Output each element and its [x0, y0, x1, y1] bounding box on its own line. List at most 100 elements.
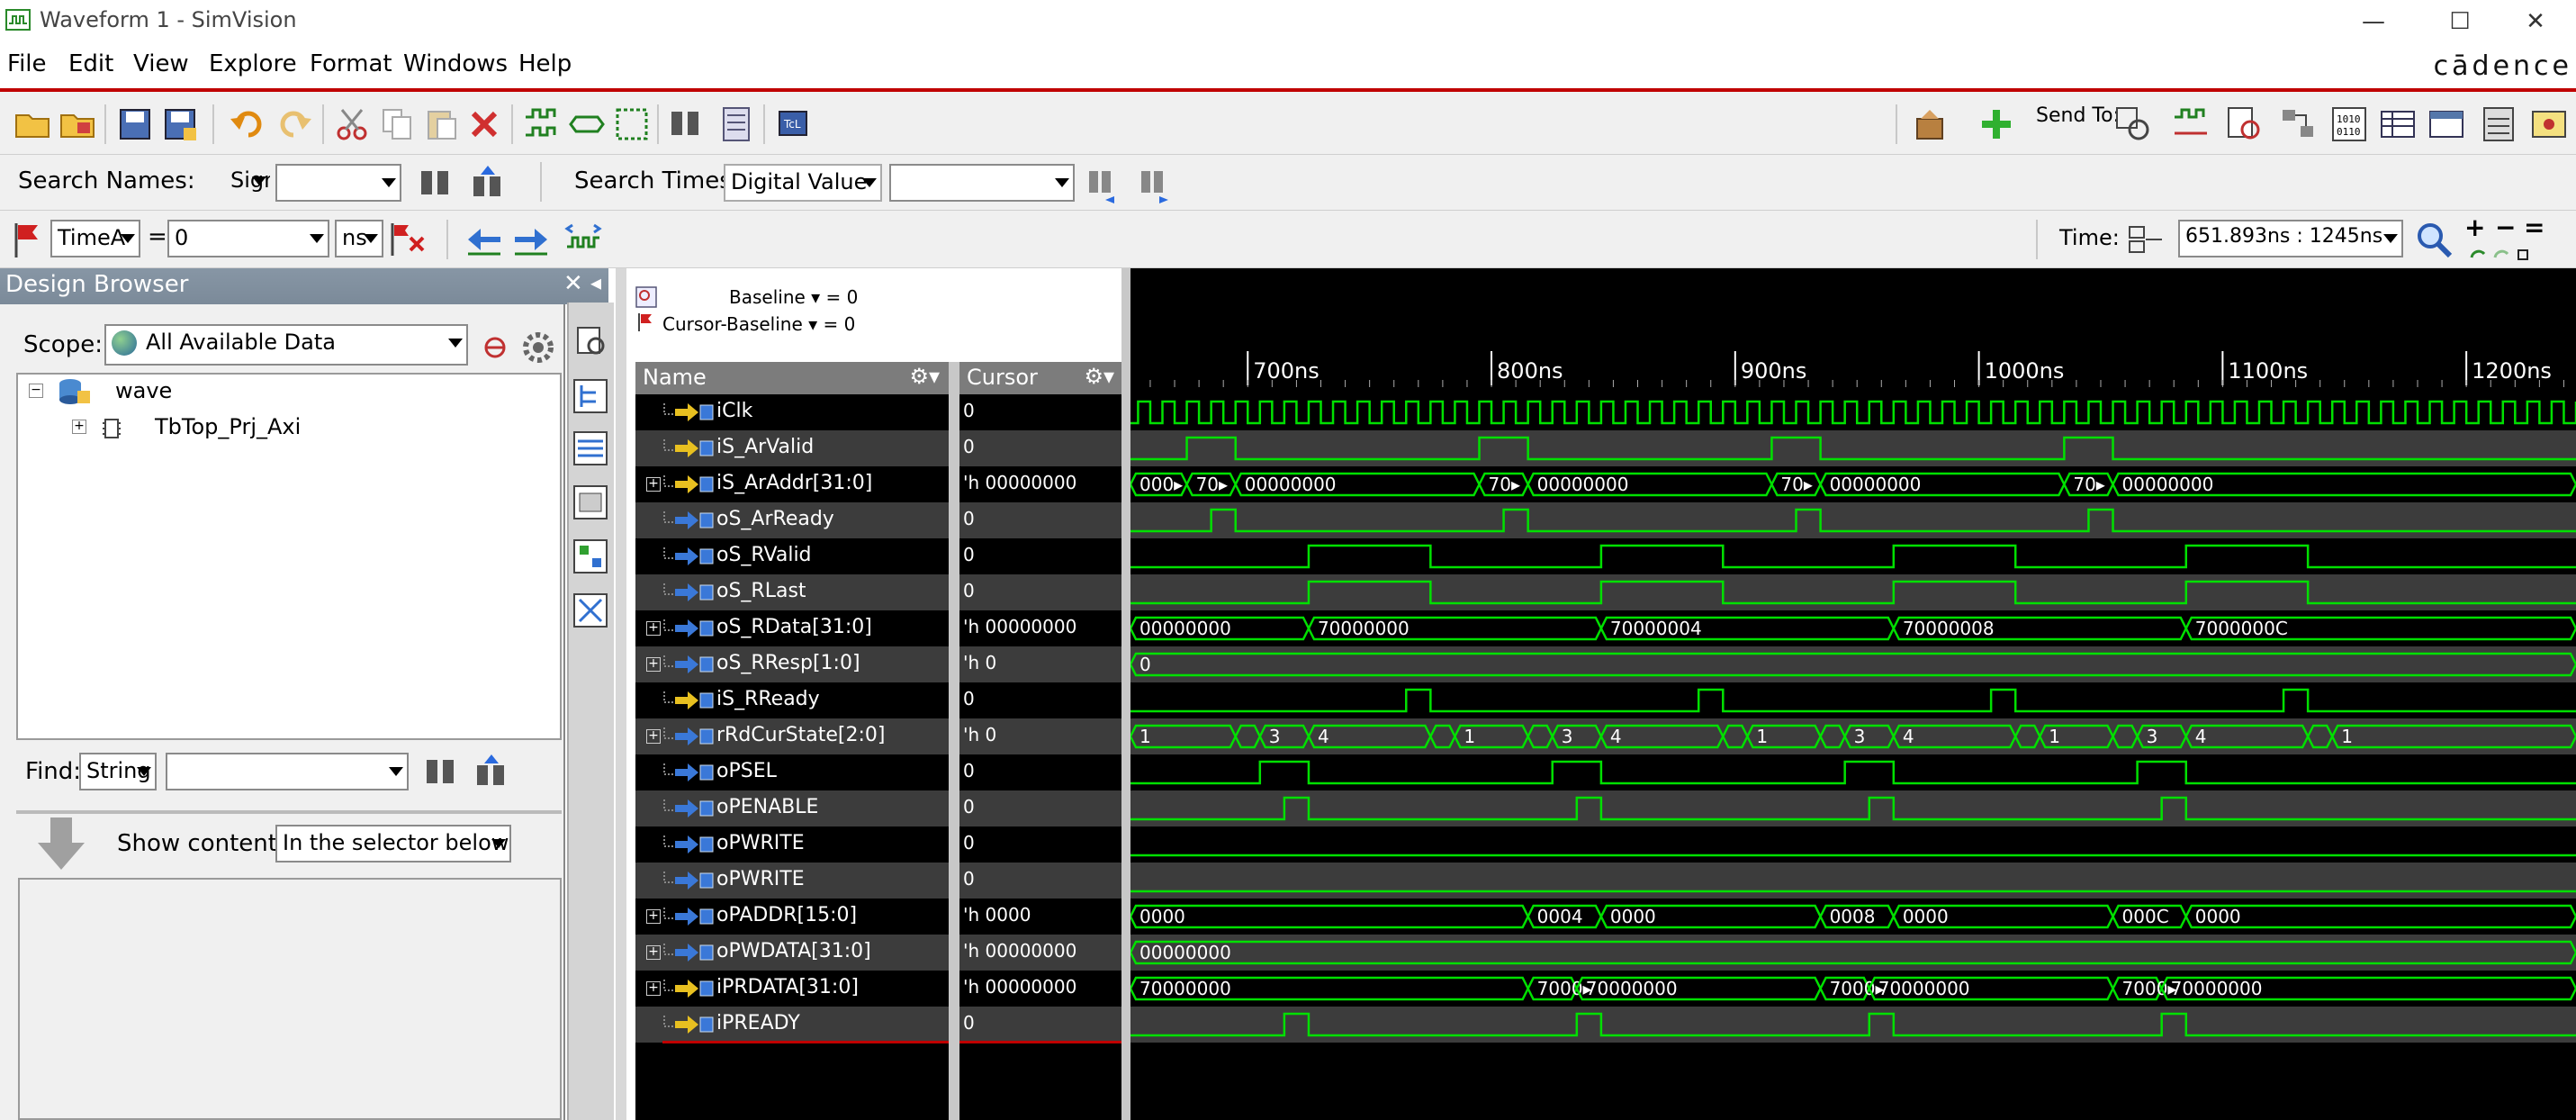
bit-waveform[interactable]	[1130, 688, 2576, 713]
clock-waveform[interactable]	[1130, 400, 2576, 425]
undo-icon[interactable]	[229, 104, 268, 144]
search-times-back-icon[interactable]	[1084, 164, 1123, 203]
add-icon[interactable]	[1977, 104, 2016, 144]
plugin-icon[interactable]	[1912, 104, 1951, 144]
save-icon[interactable]	[115, 104, 155, 144]
time-value-input[interactable]: 0	[167, 220, 329, 257]
tree-expand-icon[interactable]: +	[72, 420, 86, 434]
name-column-gear-icon[interactable]: ⚙▾	[909, 364, 940, 389]
signal-row[interactable]: + rRdCurState[2:0]	[635, 718, 949, 754]
signal-expand-icon[interactable]: +	[646, 981, 661, 996]
find-binoculars-icon[interactable]	[421, 753, 461, 792]
baseline-value[interactable]: Baseline ▾ = 0	[729, 286, 858, 308]
save-as-icon[interactable]	[160, 104, 200, 144]
next-edge-icon[interactable]	[511, 220, 551, 259]
copy-icon[interactable]	[378, 104, 418, 144]
cursor-value-row[interactable]: 'h 0	[950, 646, 1121, 682]
open-database-icon[interactable]	[58, 104, 97, 144]
collapse-panel-icon[interactable]: ◂	[590, 270, 601, 295]
signal-row[interactable]: + oS_RData[31:0]	[635, 610, 949, 646]
bit-waveform[interactable]	[1130, 760, 2576, 785]
tree-collapse-icon[interactable]: −	[29, 384, 43, 398]
signal-expand-icon[interactable]: +	[646, 945, 661, 960]
cursor-flag-icon[interactable]	[635, 312, 657, 333]
scope-select[interactable]: All Available Data	[104, 324, 468, 366]
zoom-icon[interactable]	[2414, 220, 2454, 259]
signal-expand-icon[interactable]: +	[646, 621, 661, 636]
send-to-register-icon[interactable]: 10100110	[2329, 104, 2369, 144]
find-up-icon[interactable]	[472, 753, 511, 792]
cursor-column-gear-icon[interactable]: ⚙▾	[1084, 364, 1114, 389]
signal-row[interactable]: oS_ArReady	[635, 502, 949, 538]
previous-edge-icon[interactable]	[464, 220, 504, 259]
send-to-memory-icon[interactable]	[2427, 104, 2466, 144]
signal-row[interactable]: oS_RLast	[635, 574, 949, 610]
cursor-value-row[interactable]: 0	[950, 1007, 1121, 1043]
send-to-table-icon[interactable]	[2378, 104, 2418, 144]
signal-row[interactable]: oS_RValid	[635, 538, 949, 574]
menu-windows[interactable]: Windows	[403, 50, 508, 77]
delete-marker-icon[interactable]	[389, 220, 428, 259]
zoom-undo-icons[interactable]	[2468, 245, 2531, 265]
explore-icon[interactable]	[571, 321, 610, 360]
signal-expand-icon[interactable]: +	[646, 909, 661, 924]
signal-row[interactable]: + oPADDR[15:0]	[635, 899, 949, 935]
signal-expand-icon[interactable]: +	[646, 729, 661, 744]
paste-icon[interactable]	[421, 104, 461, 144]
cursor-value-row[interactable]: 'h 00000000	[950, 935, 1121, 971]
signal-row[interactable]: iClk	[635, 394, 949, 430]
signal-row[interactable]: oPWRITE	[635, 863, 949, 899]
menu-view[interactable]: View	[133, 50, 189, 77]
create-bus-icon[interactable]	[567, 104, 607, 144]
baseline-zoom-icon[interactable]	[635, 286, 657, 308]
menu-file[interactable]: File	[7, 50, 47, 77]
cursor-value-row[interactable]: 0	[950, 394, 1121, 430]
signal-row[interactable]: + iS_ArAddr[31:0]	[635, 466, 949, 502]
tree-item-wave[interactable]: wave	[115, 378, 172, 403]
create-marker-icon[interactable]	[612, 104, 652, 144]
signal-expand-icon[interactable]: +	[646, 477, 661, 492]
signal-row[interactable]: iS_ArValid	[635, 430, 949, 466]
memory-icon[interactable]	[571, 483, 610, 522]
waveform-canvas[interactable]: 700ns 800ns 900ns 1000ns 1100ns 1200ns 000▸ 70▸…	[1129, 268, 2576, 1120]
bus-segment[interactable]	[1129, 904, 1530, 929]
send-to-calculator-icon[interactable]	[2479, 104, 2518, 144]
bus-icon[interactable]	[571, 429, 610, 468]
close-button[interactable]: ✕	[2495, 0, 2576, 43]
show-contents-select[interactable]: In the selector below	[275, 825, 511, 863]
cursor-baseline-value[interactable]: Cursor-Baseline ▾ = 0	[662, 313, 855, 335]
marker-flag-icon[interactable]	[9, 220, 49, 259]
time-range-input[interactable]: 651.893ns : 1245ns	[2178, 220, 2403, 257]
tree-item-tbtop[interactable]: TbTop_Prj_Axi	[155, 414, 301, 439]
signal-row[interactable]: oPWRITE	[635, 826, 949, 863]
search-names-type[interactable]: Signal	[225, 164, 270, 202]
send-to-design-browser-icon[interactable]	[2113, 104, 2153, 144]
cursor-value-row[interactable]: 0	[950, 430, 1121, 466]
cursor-value-row[interactable]: 'h 00000000	[950, 971, 1121, 1007]
cursor-value-row[interactable]: 'h 0000	[950, 899, 1121, 935]
create-group-icon[interactable]	[522, 104, 562, 144]
time-unit-select[interactable]: ns	[335, 220, 383, 257]
assertion-icon[interactable]	[571, 537, 610, 576]
zoom-in-button[interactable]: +	[2464, 212, 2485, 242]
cursor-value-row[interactable]: 0	[950, 502, 1121, 538]
search-times-forward-icon[interactable]	[1136, 164, 1175, 203]
signal-row[interactable]: oPENABLE	[635, 790, 949, 826]
compare-icon[interactable]	[571, 591, 610, 630]
ruler-icon[interactable]	[716, 104, 756, 144]
time-range-icon[interactable]	[2126, 220, 2166, 259]
scope-filter-icon[interactable]	[475, 328, 515, 367]
search-times-input[interactable]	[889, 164, 1075, 202]
cursor-value-row[interactable]: 0	[950, 538, 1121, 574]
find-icon[interactable]	[666, 104, 706, 144]
menu-format[interactable]: Format	[310, 50, 392, 77]
hierarchy-icon[interactable]	[571, 376, 610, 416]
cursor-value-row[interactable]: 0	[950, 574, 1121, 610]
search-names-binoculars-icon[interactable]	[416, 164, 455, 203]
find-type-select[interactable]: String	[79, 753, 157, 790]
settings-gear-icon[interactable]	[518, 328, 558, 367]
values-waveform-splitter[interactable]	[1121, 268, 1130, 1120]
time-marker-select[interactable]: TimeA	[50, 220, 140, 257]
menu-help[interactable]: Help	[518, 50, 572, 77]
minimize-button[interactable]: —	[2333, 0, 2414, 43]
